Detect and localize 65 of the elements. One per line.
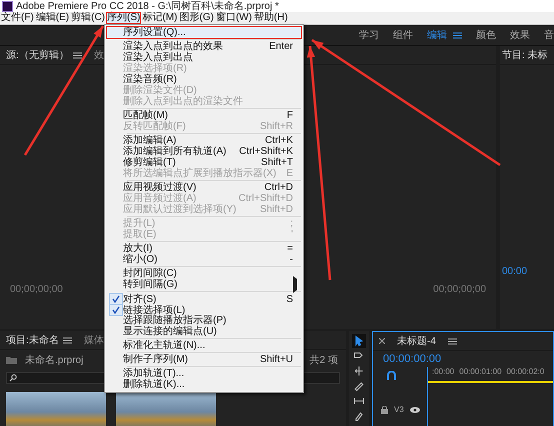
menu-bar-item[interactable]: 帮助(H) (252, 12, 289, 24)
menu-item[interactable]: 删除轨道(K)... (107, 379, 302, 390)
menu-item[interactable]: 显示连接的编辑点(U) (107, 326, 302, 337)
ruler-label: :00:00 (432, 367, 454, 378)
search-icon (9, 374, 17, 382)
menu-item[interactable]: 封闭间隙(C) (107, 268, 302, 279)
menu-item[interactable]: 序列设置(Q)... (107, 27, 302, 38)
eye-icon[interactable] (410, 406, 420, 412)
track-label: V3 (394, 405, 404, 414)
panel-menu-icon[interactable] (62, 336, 72, 344)
menu-item[interactable]: 添加轨道(T)... (107, 368, 302, 379)
ruler-label: 00:00:01:00 (459, 367, 502, 378)
panel-menu-icon[interactable] (72, 52, 82, 58)
workspace-tab[interactable]: 学习 (359, 28, 379, 42)
folder-icon (6, 356, 17, 364)
workspace-tab[interactable]: 组件 (393, 28, 413, 42)
app-icon (2, 0, 13, 12)
menu-item[interactable]: 制作子序列(M) Shift+U (107, 354, 302, 365)
menu-bar-item[interactable]: 文件(F) (0, 12, 35, 24)
snap-magnet-icon[interactable] (387, 371, 396, 380)
panel-title: 节目: 未标 (502, 48, 548, 62)
menu-bar-item[interactable]: 标记(M) (141, 12, 178, 24)
workspace-tab[interactable]: 编辑 (427, 28, 447, 42)
cross-arrows-icon[interactable] (353, 365, 365, 377)
window-title: Adobe Premiere Pro CC 2018 - G:\同树百科\未命名.prproj * (16, 0, 279, 12)
menu-item[interactable]: 修剪编辑(T) Shift+T (107, 157, 302, 168)
razor-icon[interactable] (353, 380, 365, 392)
menu-bar-item[interactable]: 编辑(E) (34, 12, 70, 24)
timecode: 00;00;00;00 (10, 284, 63, 295)
workspace-tab[interactable]: 效果 (510, 28, 530, 42)
panel-menu-icon[interactable] (448, 338, 457, 344)
pointer-arrow-icon[interactable] (353, 335, 365, 347)
panel-tab[interactable]: 源:（无剪辑） (6, 48, 69, 62)
workspace-tab[interactable]: 颜色 (476, 28, 496, 42)
panel-tab[interactable]: 项目:未命名 (6, 333, 59, 347)
menu-bar-item[interactable]: 窗口(W) (214, 12, 253, 24)
menu-item[interactable]: 标准化主轨道(N)... (107, 340, 302, 351)
menu-item[interactable]: 缩小(O) - (107, 254, 302, 265)
menu-item[interactable]: 链接选择项(L) (107, 304, 302, 315)
panel-tab[interactable]: 未标题-4 (397, 334, 436, 348)
menu-item[interactable]: 选择跟随播放指示器(P) (107, 315, 302, 326)
menu-item[interactable]: 渲染音频(R) (107, 74, 302, 85)
slip-icon[interactable] (353, 395, 365, 407)
project-file-name: 未命名.prproj (25, 354, 84, 367)
menu-bar-item[interactable]: 剪辑(C) (70, 12, 106, 24)
menu-item[interactable]: 放大(I) = (107, 243, 302, 254)
timecode: 00;00;00;00 (433, 284, 486, 295)
pen-icon[interactable] (353, 410, 365, 422)
item-count: 共2 项 (310, 354, 339, 367)
workspace-tab[interactable]: 音 (544, 28, 554, 42)
timecode: 00:00:00:00 (382, 352, 442, 367)
menu-item[interactable]: 渲染入点到出点的效果 Enter (107, 41, 302, 52)
lock-icon[interactable] (381, 406, 388, 414)
menu-item[interactable]: 添加编辑(A) Ctrl+K (107, 135, 302, 146)
panel-tab[interactable]: 媒体 (84, 333, 104, 347)
menu-bar-item[interactable]: 图形(G) (178, 12, 215, 24)
workspace-menu-icon[interactable] (453, 32, 462, 38)
menu-item[interactable]: 应用视频过渡(V) Ctrl+D (107, 182, 302, 193)
panel-tab[interactable]: 效 (94, 48, 104, 62)
close-icon[interactable] (379, 338, 385, 344)
menu-item[interactable]: 添加编辑到所有轨道(A) Ctrl+Shift+K (107, 146, 302, 157)
menu-item[interactable]: 渲染入点到出点 (107, 52, 302, 63)
ruler-label: 00:00:02:0 (506, 367, 544, 378)
menu-item[interactable]: 匹配帧(M) F (107, 110, 302, 121)
timecode: 00:00 (501, 266, 528, 279)
